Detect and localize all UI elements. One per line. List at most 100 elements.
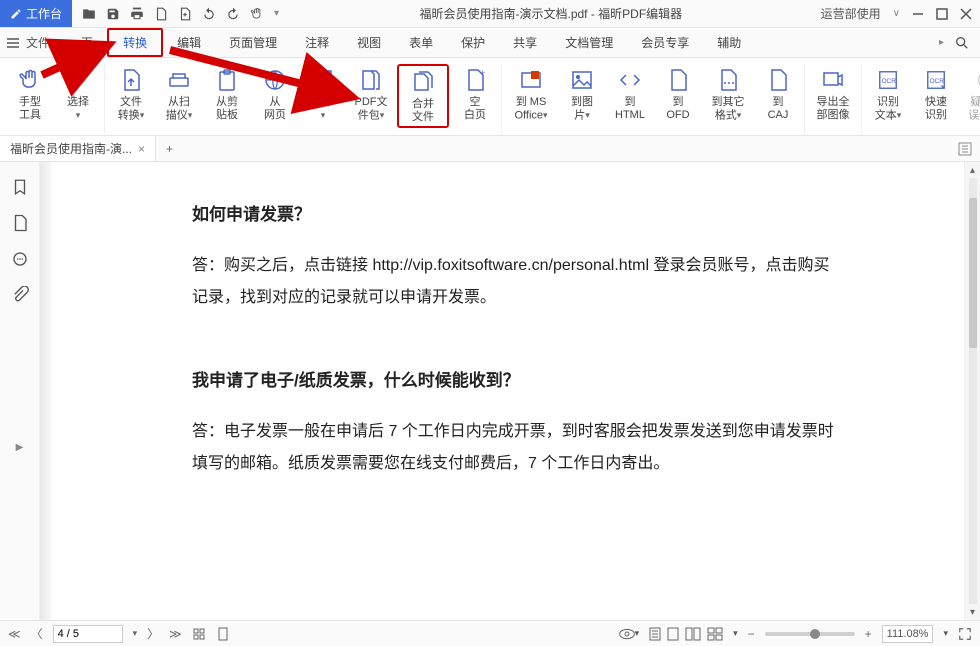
menu-label: 保护 xyxy=(461,34,485,51)
html-icon xyxy=(616,66,644,94)
vertical-scrollbar[interactable]: ▴ ▾ xyxy=(964,162,980,620)
pdf-package-button[interactable]: PDF文件包▾ xyxy=(349,64,393,122)
page-number-input[interactable] xyxy=(53,625,123,643)
menu-item-page-manage[interactable]: 页面管理 xyxy=(215,28,291,57)
save-icon[interactable] xyxy=(106,7,120,21)
zoom-value[interactable]: 111.08% xyxy=(882,625,934,643)
hand-qat-icon[interactable] xyxy=(250,7,264,21)
redo-icon[interactable] xyxy=(226,7,240,21)
to-html-button[interactable]: 到HTML xyxy=(608,64,652,122)
form-button[interactable]: 表单▾ xyxy=(301,64,345,122)
file-convert-button[interactable]: 文件转换▾ xyxy=(109,64,153,122)
to-ms-office-button[interactable]: 到 MSOffice▾ xyxy=(506,64,556,122)
to-ofd-button[interactable]: 到OFD xyxy=(656,64,700,122)
page-dropdown-icon[interactable]: ▾ xyxy=(133,628,138,639)
print-icon[interactable] xyxy=(130,7,144,21)
last-page-icon[interactable]: ≫ xyxy=(169,627,182,641)
single-view-icon[interactable] xyxy=(667,627,679,641)
question-2-body: 答：电子发票一般在申请后 7 个工作日内完成开票，到时客服会把发票发送到您申请发… xyxy=(192,416,844,480)
document-tab[interactable]: 福昕会员使用指南-演... × xyxy=(0,136,156,161)
attachments-icon[interactable] xyxy=(11,286,29,304)
document-viewport[interactable]: 如何申请发票？ 答：购买之后，点击链接 http://vip.foxitsoft… xyxy=(52,162,964,620)
blank-page-button[interactable]: + 空白页 xyxy=(453,64,497,122)
menu-item-annotate[interactable]: 注释 xyxy=(291,28,343,57)
to-image-button[interactable]: 到图片▾ xyxy=(560,64,604,122)
from-web-button[interactable]: 从网页 xyxy=(253,64,297,122)
two-page-cont-icon[interactable] xyxy=(707,627,723,641)
view-dropdown-icon[interactable]: ▾ xyxy=(733,628,738,639)
scrollbar-thumb[interactable] xyxy=(969,198,977,348)
org-dropdown-icon[interactable]: ∨ xyxy=(893,8,900,19)
menu-item-edit[interactable]: 编辑 xyxy=(163,28,215,57)
prev-page-icon[interactable]: 〈 xyxy=(31,625,43,642)
select-button[interactable]: 选择▾ xyxy=(56,64,100,122)
read-mode-icon[interactable]: ▾ xyxy=(619,628,640,640)
first-page-icon[interactable]: ≪ xyxy=(8,627,21,641)
doc-shadow xyxy=(40,162,52,620)
new-doc-icon[interactable] xyxy=(154,7,168,21)
add-tab-button[interactable]: + xyxy=(156,136,183,161)
open-icon[interactable] xyxy=(82,7,96,21)
menu-item-protect[interactable]: 保护 xyxy=(447,28,499,57)
ribbon-label: 选择▾ xyxy=(67,96,89,122)
hand-tool-button[interactable]: 手型工具 xyxy=(8,64,52,122)
org-label[interactable]: 运营部使用 xyxy=(821,5,881,22)
menu-item-convert[interactable]: 转换 xyxy=(107,28,163,57)
two-page-view-icon[interactable] xyxy=(685,627,701,641)
file-menu[interactable]: 文件 xyxy=(26,34,50,51)
menu-item-form[interactable]: 表单 xyxy=(395,28,447,57)
continuous-view-icon[interactable] xyxy=(649,627,661,641)
hamburger-icon[interactable] xyxy=(6,36,20,50)
from-scanner-button[interactable]: 从扫描仪▾ xyxy=(157,64,201,122)
zoom-slider[interactable] xyxy=(765,632,855,636)
ribbon-label: 从剪贴板 xyxy=(216,96,238,122)
menu-item-page[interactable]: 页 xyxy=(67,28,107,57)
workbench-label: 工作台 xyxy=(26,5,62,22)
to-other-format-button[interactable]: 到其它格式▾ xyxy=(704,64,752,122)
scroll-down-icon[interactable]: ▾ xyxy=(970,604,975,620)
ribbon-label: 合并文件 xyxy=(412,98,434,124)
merge-files-button[interactable]: 合并文件 xyxy=(401,66,445,124)
tab-menu-icon[interactable] xyxy=(958,142,972,156)
fullscreen-icon[interactable] xyxy=(958,627,972,641)
package-icon xyxy=(357,66,385,94)
minimize-icon[interactable] xyxy=(912,8,924,20)
blank-page-icon: + xyxy=(461,66,489,94)
next-page-icon[interactable]: 〉 xyxy=(147,625,159,642)
zoom-out-icon[interactable]: − xyxy=(748,627,755,641)
maximize-icon[interactable] xyxy=(936,8,948,20)
single-page-view-icon[interactable] xyxy=(216,627,230,641)
to-caj-button[interactable]: 到CAJ xyxy=(756,64,800,122)
menu-item-share[interactable]: 共享 xyxy=(499,28,551,57)
undo-icon[interactable] xyxy=(202,7,216,21)
new-doc-plus-icon[interactable] xyxy=(178,7,192,21)
qat-dropdown-icon[interactable]: ▾ xyxy=(274,8,279,19)
pages-icon[interactable] xyxy=(11,214,29,232)
ocr-text-button[interactable]: OCR 识别文本▾ xyxy=(866,64,910,122)
workbench-tab[interactable]: 工作台 xyxy=(0,0,72,27)
ribbon-label: 到 MSOffice▾ xyxy=(514,96,547,122)
menu-item-doc-manage[interactable]: 文档管理 xyxy=(551,28,627,57)
ocr-suspect-button[interactable]: 疑似错误结果▾ xyxy=(962,64,980,122)
close-tab-icon[interactable]: × xyxy=(138,142,145,156)
export-all-images-button[interactable]: 导出全部图像 xyxy=(809,64,857,122)
zoom-dropdown-icon[interactable]: ▾ xyxy=(943,628,948,639)
close-window-icon[interactable] xyxy=(960,8,972,20)
nav-prev-icon[interactable]: ◂ xyxy=(56,37,61,48)
menu-item-vip[interactable]: 会员专享 xyxy=(627,28,703,57)
menu-item-help[interactable]: 辅助 xyxy=(703,28,755,57)
scrollbar-track[interactable] xyxy=(969,178,977,604)
zoom-knob[interactable] xyxy=(810,629,820,639)
from-clipboard-button[interactable]: 从剪贴板 xyxy=(205,64,249,122)
expand-sidebar-icon[interactable]: ▶ xyxy=(16,442,24,453)
search-icon[interactable] xyxy=(954,35,970,51)
comments-icon[interactable] xyxy=(11,250,29,268)
quick-ocr-button[interactable]: OCR 快速识别 xyxy=(914,64,958,122)
scroll-up-icon[interactable]: ▴ xyxy=(970,162,975,178)
title-bar: 工作台 ▾ 福昕会员使用指南-演示文档.pdf - 福昕PDF编辑器 运营部使用… xyxy=(0,0,980,28)
bookmark-icon[interactable] xyxy=(11,178,29,196)
nav-next-icon[interactable]: ▸ xyxy=(939,37,944,48)
thumbnail-view-icon[interactable] xyxy=(192,627,206,641)
menu-item-view[interactable]: 视图 xyxy=(343,28,395,57)
zoom-in-icon[interactable]: + xyxy=(865,627,872,641)
